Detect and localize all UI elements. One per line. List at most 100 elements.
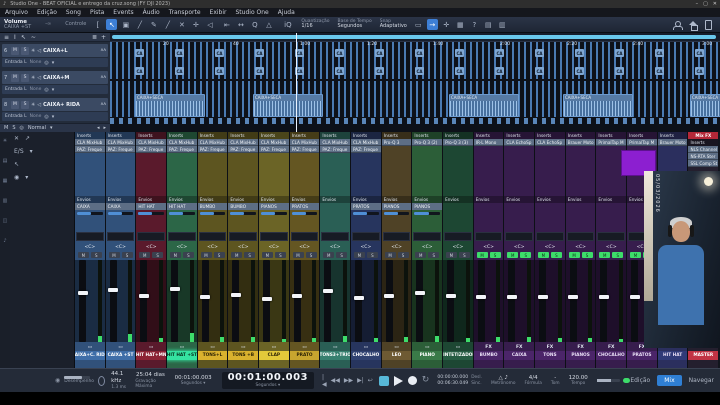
fader-lane[interactable] <box>570 260 577 342</box>
input-gain-knob[interactable]: ◎ <box>44 114 48 120</box>
inserts-header[interactable]: Inserts <box>443 132 473 139</box>
send-level-slider[interactable] <box>230 212 256 215</box>
cue-mix-slot[interactable] <box>597 232 625 241</box>
grid-icon[interactable]: ▦ <box>3 178 8 184</box>
fader-lane[interactable] <box>416 260 423 342</box>
channel-mute-button[interactable]: M <box>354 252 365 258</box>
nav-tool-1-icon[interactable]: ↔ <box>235 19 246 30</box>
channel-solo-button[interactable]: S <box>367 252 378 258</box>
insert-slot-cla-mixhub[interactable]: CLA MixHub <box>259 139 289 146</box>
sends-header[interactable]: Envios <box>106 196 136 203</box>
fader-lane[interactable] <box>447 260 454 342</box>
insert-slot-paz-freque[interactable]: PAZ: Freque <box>259 146 289 153</box>
inserts-header[interactable]: Inserts <box>198 132 228 139</box>
inserts-header[interactable]: Inserts <box>688 139 718 146</box>
mixer-channel-chocalho-9[interactable]: InsertsCLA MixHubPAZ: FrequeEnviosPRATOS… <box>351 132 381 368</box>
sends-header[interactable]: Envios <box>167 196 197 203</box>
menu-item-transporte[interactable]: Transporte <box>169 9 201 16</box>
sends-header[interactable]: Envios <box>228 196 258 203</box>
channel-solo-button[interactable]: S <box>122 252 133 258</box>
tool-3-icon[interactable]: ╱ <box>134 19 145 30</box>
fader-handle[interactable] <box>323 289 333 293</box>
insert-slot-paz-freque[interactable]: PAZ: Freque <box>351 146 381 153</box>
clip-tag[interactable]: CA <box>255 67 264 75</box>
inserts-header[interactable]: Inserts <box>290 132 320 139</box>
clip-tag[interactable]: CA <box>375 49 384 57</box>
sends-header[interactable]: Envios <box>198 196 228 203</box>
channel-mute-button[interactable]: M <box>477 252 488 258</box>
insert-slot-paz-freque[interactable]: PAZ: Freque <box>136 146 166 153</box>
inserts-header[interactable]: Inserts <box>535 132 565 139</box>
channel-mute-button[interactable]: M <box>415 252 426 258</box>
insert-slot-nls-channel[interactable]: NLS Channel <box>688 146 718 153</box>
tool-5-icon[interactable]: ╱ <box>162 19 173 30</box>
note-icon[interactable]: ♪ <box>3 238 6 244</box>
menu-item-events[interactable]: Events <box>113 9 133 16</box>
pan-control[interactable]: <C> <box>106 243 136 251</box>
insert-slot-pro-q-3[interactable]: Pro-Q 3 <box>382 139 412 146</box>
insert-slot-pro-q-3-3[interactable]: Pro-Q 3 (3) <box>443 139 473 146</box>
input-gain-knob[interactable]: ◎ <box>44 87 48 93</box>
right-tool-5-icon[interactable]: ▤ <box>483 19 494 30</box>
channel-name[interactable]: TONS3+TRIO <box>320 351 350 360</box>
pan-control[interactable]: <C> <box>290 243 320 251</box>
clip-tag[interactable]: CA <box>335 49 344 57</box>
clip-tag[interactable]: CA <box>695 67 704 75</box>
secondary-time-display[interactable]: 00:01:00.003 Segundos ▾ <box>175 375 212 387</box>
clip-tag[interactable]: CA <box>135 49 144 57</box>
fader-lane[interactable] <box>600 260 607 342</box>
channel-name[interactable]: TONS +B <box>228 351 258 360</box>
fader-lane[interactable] <box>631 260 638 342</box>
fader-handle[interactable] <box>78 291 88 295</box>
channel-name[interactable]: MASTER <box>688 351 718 360</box>
fader-handle[interactable] <box>292 294 302 298</box>
channel-name[interactable]: CHOCALHO <box>596 351 626 360</box>
insert-slot-cla-mixhub[interactable]: CLA MixHub <box>198 139 228 146</box>
pan-control[interactable]: <C> <box>167 243 197 251</box>
channel-name[interactable]: SINTETIZADOR <box>443 351 473 360</box>
track-header-right-icon-0[interactable]: ≣ <box>92 34 97 41</box>
sends-header[interactable]: Envios <box>412 196 442 203</box>
clip-tag[interactable]: CA <box>495 67 504 75</box>
track-input-row[interactable]: Entrada LNone◎▾ <box>2 112 108 121</box>
mixer-channel-bumbo-13[interactable]: InsertsIR-L MonoEnvios<C>MSFXBUMBO <box>474 132 504 368</box>
send-level-slider[interactable] <box>353 212 379 215</box>
insert-slot-ir-l-mono[interactable]: IR-L Mono <box>474 139 504 146</box>
mixer-close-icon[interactable]: ✕ <box>14 135 19 142</box>
channel-name[interactable]: PRATO <box>290 351 320 360</box>
quantize-setting[interactable]: Quantização 1/16 <box>301 19 329 30</box>
cue-mix-slot[interactable] <box>168 232 196 241</box>
mixer-channel-piano-11[interactable]: InsertsPro-Q 3 (2)EnviosPIANOS<C>MS▭PIAN… <box>412 132 442 368</box>
pan-control[interactable]: <C> <box>504 243 534 251</box>
track-7[interactable]: 7MS✳◁CAIXA+MʌʌEntrada LNone◎▾ <box>2 71 108 96</box>
clip-tag[interactable]: CA <box>175 49 184 57</box>
gear-icon[interactable]: ✳ <box>31 102 35 108</box>
sends-header[interactable]: Envios <box>351 196 381 203</box>
audio-clip[interactable]: CAIXA+SECA <box>253 94 323 117</box>
send-level-slider[interactable] <box>384 212 410 215</box>
channel-name[interactable]: CAIXA+C. RIDA <box>75 351 105 360</box>
track-header-icon-0[interactable]: ≡ <box>4 34 9 41</box>
insert-slot-cla-mixhub[interactable]: CLA MixHub <box>167 139 197 146</box>
channel-solo-button[interactable]: S <box>183 252 194 258</box>
pan-control[interactable]: <C> <box>320 243 350 251</box>
play-button[interactable] <box>394 376 403 386</box>
tempo-block[interactable]: 120.00 Tempo <box>569 375 588 387</box>
pan-control[interactable]: <C> <box>382 243 412 251</box>
fader-handle[interactable] <box>476 295 486 299</box>
channel-solo-button[interactable]: S <box>214 252 225 258</box>
input-gain-knob[interactable]: ◎ <box>44 60 48 66</box>
fader-lane[interactable] <box>508 260 515 342</box>
tool-2-icon[interactable]: ▣ <box>120 19 131 30</box>
track-header-icon-3[interactable]: ~ <box>31 34 36 41</box>
footer-solo-button[interactable]: S <box>12 125 15 131</box>
insert-slot-brauer-moto[interactable]: Brauer Moto <box>566 139 596 146</box>
channel-name[interactable]: HIT HAT <box>658 351 688 360</box>
fader-lane[interactable] <box>386 260 393 342</box>
channel-name[interactable]: CAIXA <box>504 351 534 360</box>
fader-handle[interactable] <box>108 288 118 292</box>
channel-solo-button[interactable]: S <box>306 252 317 258</box>
track-6[interactable]: 6MS✳◁CAIXA+LʌʌEntrada LNone◎▾ <box>2 44 108 69</box>
chevron-down-icon[interactable]: ▾ <box>50 125 53 131</box>
cue-mix-slot[interactable] <box>76 232 104 241</box>
